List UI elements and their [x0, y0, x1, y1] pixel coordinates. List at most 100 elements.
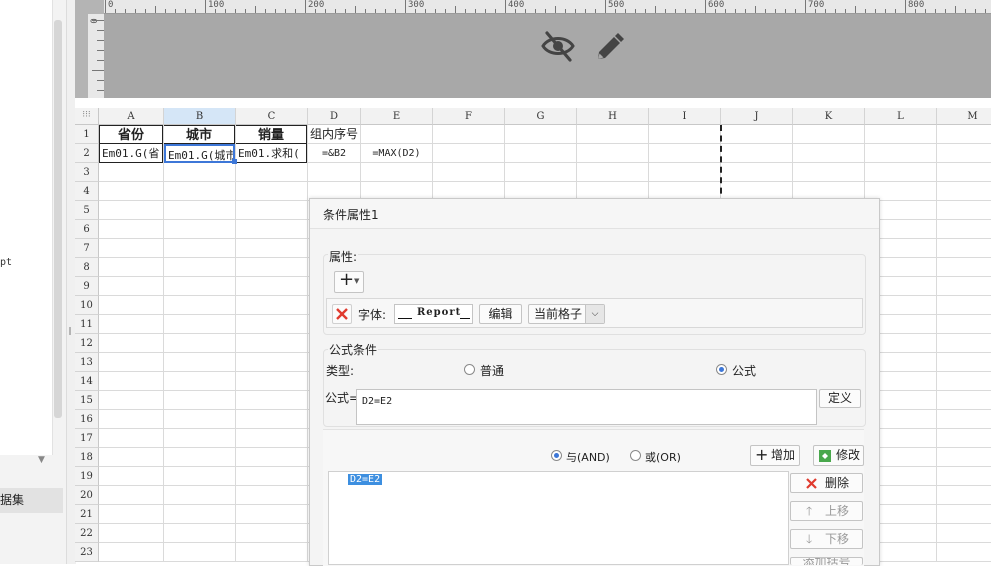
ruler-tick [475, 9, 476, 13]
row-header-11[interactable]: 11 [75, 315, 99, 334]
cell-b2[interactable]: Em01.G(城市 [164, 144, 235, 163]
row-header-13[interactable]: 13 [75, 353, 99, 372]
plus-icon: + [339, 269, 355, 290]
row-header-10[interactable]: 10 [75, 296, 99, 315]
column-header-c[interactable]: C [236, 108, 308, 125]
cell-d1[interactable]: 组内序号 [308, 125, 360, 144]
ruler-tick [325, 9, 326, 13]
add-attribute-button[interactable]: + ▼ [334, 269, 364, 293]
formula-input[interactable]: D2=E2 [356, 389, 817, 425]
row-header-3[interactable]: 3 [75, 163, 99, 182]
row-header-6[interactable]: 6 [75, 220, 99, 239]
row-header-23[interactable]: 23 [75, 543, 99, 562]
radio-normal[interactable] [464, 364, 475, 375]
dialog-titlebar[interactable] [310, 199, 879, 229]
radio-and-label[interactable]: 与(AND) [566, 449, 610, 465]
edit-button[interactable]: 编辑 [479, 304, 522, 324]
splitter-handle-icon[interactable]: ‖ [68, 326, 72, 338]
ruler-tick [245, 9, 246, 13]
row-header-7[interactable]: 7 [75, 239, 99, 258]
pencil-icon[interactable] [592, 29, 624, 63]
define-button[interactable]: 定义 [819, 389, 861, 408]
cell-a2[interactable]: Em01.G(省 [99, 144, 163, 163]
dialog-title: 条件属性1 [323, 208, 379, 222]
cell-d2[interactable]: =&B2 [308, 144, 360, 163]
move-up-button[interactable]: 🡑 上移 [790, 501, 863, 521]
cell-c1[interactable]: 销量 [236, 125, 307, 144]
selection-fill-handle[interactable] [232, 159, 237, 164]
row-header-12[interactable]: 12 [75, 334, 99, 353]
ruler-tick [795, 9, 796, 13]
column-header-a[interactable]: A [99, 108, 164, 125]
column-header-m[interactable]: M [937, 108, 991, 125]
delete-button[interactable]: 删除 [790, 473, 863, 493]
page-header-area [75, 0, 991, 98]
column-header-l[interactable]: L [865, 108, 937, 125]
cell-b1[interactable]: 城市 [164, 125, 235, 144]
ruler-tick [355, 6, 356, 13]
chevron-down-icon[interactable]: ▼ [38, 455, 50, 465]
row-header-20[interactable]: 20 [75, 486, 99, 505]
row-header-4[interactable]: 4 [75, 182, 99, 201]
eye-slash-icon[interactable] [540, 29, 576, 63]
select-all-corner[interactable]: ⁝⁝⁝ [75, 108, 99, 125]
scope-select[interactable]: 当前格子 ⌵ [528, 304, 605, 324]
row-header-5[interactable]: 5 [75, 201, 99, 220]
row-header-16[interactable]: 16 [75, 410, 99, 429]
column-header-j[interactable]: J [721, 108, 793, 125]
font-preview-box[interactable]: Report [394, 304, 473, 324]
radio-formula[interactable] [716, 364, 727, 375]
ruler-tick [92, 70, 104, 71]
radio-or-label[interactable]: 或(OR) [645, 449, 681, 465]
cell-c2[interactable]: Em01.求和( [236, 144, 307, 163]
cell-e2[interactable]: =MAX(D2) [361, 144, 432, 163]
column-header-b[interactable]: B [164, 108, 236, 125]
column-header-d[interactable]: D [308, 108, 361, 125]
ruler-tick [405, 0, 406, 13]
grid-line [163, 125, 164, 562]
column-header-f[interactable]: F [433, 108, 505, 125]
left-panel-item-label[interactable]: pt [0, 257, 12, 268]
condition-list-item[interactable]: D2=E2 [348, 474, 383, 485]
delete-attribute-button[interactable] [332, 304, 352, 324]
ruler-tick [205, 0, 206, 13]
ruler-tick [165, 9, 166, 13]
ruler-tick [545, 9, 546, 13]
modify-button[interactable]: 修改 [813, 445, 864, 466]
row-header-22[interactable]: 22 [75, 524, 99, 543]
radio-normal-label[interactable]: 普通 [480, 362, 504, 379]
ruler-tick [805, 0, 806, 13]
dataset-tab[interactable]: 据集 [0, 488, 63, 513]
left-panel-list [0, 0, 53, 455]
ruler-tick [97, 50, 104, 51]
column-header-k[interactable]: K [793, 108, 865, 125]
row-header-8[interactable]: 8 [75, 258, 99, 277]
condition-list[interactable]: D2=E2 [328, 471, 789, 565]
column-header-h[interactable]: H [577, 108, 649, 125]
radio-or[interactable] [630, 450, 641, 461]
column-header-g[interactable]: G [505, 108, 577, 125]
delete-button-label: 删除 [824, 476, 849, 490]
row-header-19[interactable]: 19 [75, 467, 99, 486]
ruler-tick [425, 9, 426, 13]
left-panel-scrollbar[interactable] [54, 20, 62, 418]
chevron-down-icon: ▼ [354, 277, 360, 285]
radio-and[interactable] [551, 450, 562, 461]
ruler-tick [985, 9, 986, 13]
row-header-2[interactable]: 2 [75, 144, 99, 163]
radio-formula-label[interactable]: 公式 [732, 362, 756, 379]
row-header-14[interactable]: 14 [75, 372, 99, 391]
row-header-21[interactable]: 21 [75, 505, 99, 524]
cell-a1[interactable]: 省份 [99, 125, 163, 144]
column-header-e[interactable]: E [361, 108, 433, 125]
row-header-15[interactable]: 15 [75, 391, 99, 410]
modify-icon [819, 450, 831, 462]
row-header-1[interactable]: 1 [75, 125, 99, 144]
row-header-17[interactable]: 17 [75, 429, 99, 448]
row-header-18[interactable]: 18 [75, 448, 99, 467]
row-header-9[interactable]: 9 [75, 277, 99, 296]
move-down-button[interactable]: 🡓 下移 [790, 529, 863, 549]
grid-line [307, 125, 308, 562]
column-header-i[interactable]: I [649, 108, 721, 125]
add-button[interactable]: + 增加 [750, 445, 800, 466]
